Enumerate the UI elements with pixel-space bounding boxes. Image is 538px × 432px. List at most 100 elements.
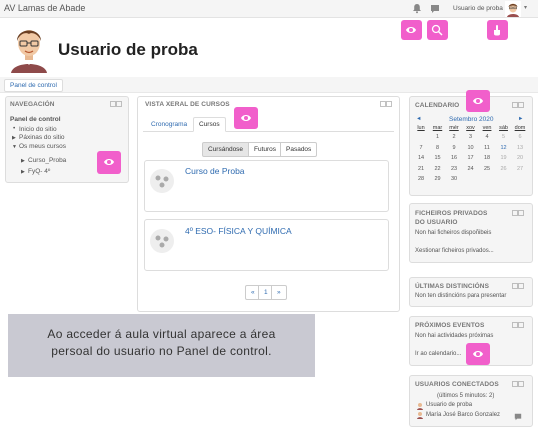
- touch-button[interactable]: [487, 20, 508, 40]
- eye-icon: [473, 351, 483, 357]
- filter-in-progress[interactable]: Cursándose: [202, 142, 250, 157]
- calendar-day[interactable]: 27: [513, 166, 527, 172]
- calendar-day[interactable]: 3: [464, 134, 478, 140]
- block-controls-icon[interactable]: [512, 102, 524, 108]
- message-icon[interactable]: [514, 413, 522, 421]
- calendar-day[interactable]: 14: [414, 155, 428, 161]
- search-button[interactable]: [427, 20, 448, 40]
- course-title-link[interactable]: 4º ESO- FÍSICA Y QUÍMICA: [185, 226, 292, 236]
- calendar-day[interactable]: 26: [497, 166, 511, 172]
- calendar-day[interactable]: 10: [464, 145, 478, 151]
- user-menu-name[interactable]: Usuario de proba: [453, 5, 503, 12]
- course-card[interactable]: [144, 160, 389, 212]
- block-controls-icon[interactable]: [110, 101, 122, 107]
- block-controls-icon[interactable]: [380, 101, 392, 107]
- calendar-prev-month[interactable]: ◄: [416, 116, 421, 122]
- block-controls-icon[interactable]: [512, 322, 524, 328]
- calendar-day[interactable]: 20: [513, 155, 527, 161]
- calendar-day[interactable]: 8: [431, 145, 445, 151]
- calendar-day[interactable]: 15: [431, 155, 445, 161]
- user-avatar-icon: [417, 403, 423, 410]
- view-button[interactable]: [466, 343, 490, 365]
- calendar-day[interactable]: 13: [513, 145, 527, 151]
- calendar-day[interactable]: 21: [414, 166, 428, 172]
- calendar-title: CALENDARIO: [415, 102, 460, 109]
- eye-icon: [104, 159, 114, 165]
- nav-item-dashboard[interactable]: Panel de control: [10, 116, 61, 123]
- calendar-day[interactable]: 1: [431, 134, 445, 140]
- calendar-month-label[interactable]: Setembro 2020: [449, 116, 493, 123]
- online-users-title: USUARIOS CONECTADOS: [415, 381, 499, 388]
- calendar-day[interactable]: 28: [414, 176, 428, 182]
- triangle-right-icon: ▶: [12, 135, 16, 141]
- view-button[interactable]: [97, 151, 121, 174]
- tab-courses[interactable]: Cursos: [193, 117, 226, 132]
- calendar-weekday: mar: [432, 125, 443, 131]
- calendar-day[interactable]: 6: [513, 134, 527, 140]
- block-controls-icon[interactable]: [512, 210, 524, 216]
- badges-title: ÚLTIMAS DISTINCIÓNS: [415, 283, 489, 290]
- course-title-link[interactable]: Curso de Proba: [185, 166, 245, 176]
- nav-item-site-pages[interactable]: Páxinas do sitio: [19, 134, 65, 141]
- calendar-day[interactable]: 23: [447, 166, 461, 172]
- events-title: PRÓXIMOS EVENTOS: [415, 322, 485, 329]
- online-users-note: (últimos 5 minutos: 2): [437, 393, 495, 399]
- online-user-link[interactable]: María José Barco Gonzalez: [426, 412, 500, 418]
- course-image-icon: [150, 169, 174, 193]
- go-to-calendar-link[interactable]: Ir ao calendario...: [415, 351, 461, 357]
- calendar-day[interactable]: 12: [497, 145, 511, 151]
- filter-past[interactable]: Pasados: [280, 142, 318, 157]
- avatar[interactable]: [505, 1, 521, 17]
- caption-line: Ao acceder á aula virtual aparece a área: [47, 327, 276, 341]
- pagination-next[interactable]: »: [271, 285, 287, 300]
- calendar-day[interactable]: 24: [464, 166, 478, 172]
- calendar-day[interactable]: 22: [431, 166, 445, 172]
- calendar-weekday: dom: [514, 125, 526, 131]
- calendar-weekday: mér: [449, 125, 459, 131]
- nav-item-course-proba[interactable]: Curso_Proba: [28, 157, 66, 164]
- breadcrumb[interactable]: Panel de control: [4, 79, 63, 92]
- user-avatar-large: [11, 30, 47, 73]
- calendar-day[interactable]: 9: [447, 145, 461, 151]
- calendar-day[interactable]: 30: [447, 176, 461, 182]
- calendar-day[interactable]: 5: [497, 134, 511, 140]
- bell-icon[interactable]: [412, 3, 422, 14]
- view-button[interactable]: [401, 20, 422, 40]
- calendar-day[interactable]: 16: [447, 155, 461, 161]
- course-image-icon: [150, 229, 174, 253]
- breadcrumb-bar: [0, 77, 538, 93]
- online-user-link[interactable]: Usuario de proba: [426, 402, 472, 408]
- calendar-next-month[interactable]: ►: [518, 116, 523, 122]
- nav-item-fyq[interactable]: FyQ- 4º: [28, 168, 50, 175]
- calendar-day[interactable]: 29: [431, 176, 445, 182]
- events-empty: Non hai actividades próximas: [415, 333, 494, 339]
- calendar-day[interactable]: 19: [497, 155, 511, 161]
- private-files-title: FICHEIROS PRIVADOS: [415, 210, 488, 217]
- calendar-day[interactable]: 18: [480, 155, 494, 161]
- badges-empty: Non ten distincións para presentar: [415, 293, 507, 299]
- nav-item-my-courses[interactable]: Os meus cursos: [19, 143, 66, 150]
- manage-private-files-link[interactable]: Xestionar ficheiros privados...: [415, 248, 494, 254]
- calendar-weekday: sáb: [499, 125, 508, 131]
- calendar-day[interactable]: 4: [480, 134, 494, 140]
- view-button[interactable]: [234, 107, 258, 129]
- tab-timeline[interactable]: Cronograma: [146, 118, 192, 131]
- view-button[interactable]: [466, 90, 490, 112]
- block-controls-icon[interactable]: [512, 283, 524, 289]
- calendar-day[interactable]: 17: [464, 155, 478, 161]
- filter-future[interactable]: Futuros: [248, 142, 283, 157]
- block-controls-icon[interactable]: [512, 381, 524, 387]
- chat-icon[interactable]: [430, 4, 440, 14]
- page-title: Usuario de proba: [58, 40, 198, 59]
- calendar-day[interactable]: 7: [414, 145, 428, 151]
- navigation-title: NAVEGACIÓN: [10, 101, 55, 108]
- calendar-day[interactable]: 11: [480, 145, 494, 151]
- nav-item-site-home[interactable]: Inicio do sitio: [19, 126, 57, 133]
- user-menu-caret[interactable]: ▾: [524, 4, 527, 11]
- calendar-day[interactable]: 2: [447, 134, 461, 140]
- calendar-weekday: lun: [417, 125, 425, 131]
- user-avatar-icon: [417, 412, 423, 419]
- eye-icon: [473, 98, 483, 104]
- site-name-link[interactable]: AV Lamas de Abade: [4, 3, 85, 13]
- calendar-day[interactable]: 25: [480, 166, 494, 172]
